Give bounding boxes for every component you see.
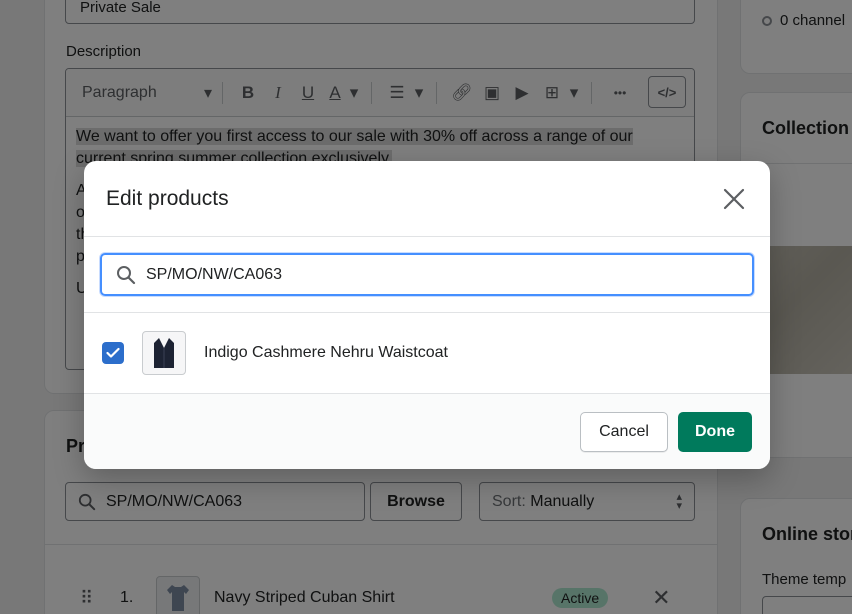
waistcoat-icon (154, 338, 174, 368)
done-button[interactable]: Done (678, 411, 752, 452)
list-item[interactable]: Indigo Cashmere Nehru Waistcoat (84, 313, 770, 393)
edit-products-modal: Edit products Indigo Cashmere Nehru Wais… (84, 161, 770, 469)
cancel-button[interactable]: Cancel (580, 411, 668, 452)
modal-header: Edit products (84, 161, 770, 237)
product-checkbox[interactable] (102, 342, 124, 364)
close-button[interactable] (720, 185, 748, 213)
modal-title: Edit products (106, 186, 229, 210)
product-search-field[interactable] (100, 253, 754, 296)
close-icon (723, 188, 745, 209)
product-name: Indigo Cashmere Nehru Waistcoat (204, 344, 448, 361)
modal-search-section (84, 237, 770, 313)
modal-footer: Cancel Done (84, 393, 770, 469)
checkmark-icon (106, 347, 120, 358)
product-search-input[interactable] (146, 265, 706, 284)
search-icon (117, 265, 136, 284)
product-thumbnail (142, 331, 186, 375)
